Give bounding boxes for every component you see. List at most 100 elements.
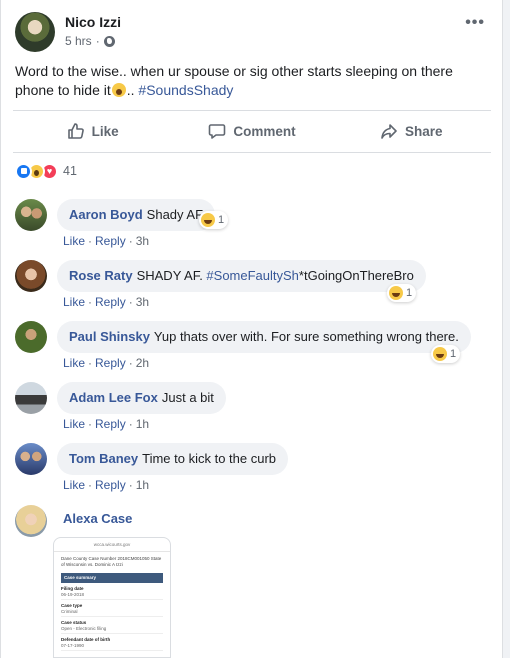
comment-bubble: Paul Shinsky Yup thats over with. For sur… bbox=[57, 321, 471, 353]
comment-actions: Like · Reply · 1h bbox=[63, 478, 149, 492]
comment-like-link[interactable]: Like bbox=[63, 234, 85, 248]
commenter-name[interactable]: Rose Raty bbox=[69, 268, 133, 283]
share-button[interactable]: Share bbox=[332, 114, 491, 148]
comment-actions: Like · Reply · 3h bbox=[63, 295, 149, 309]
scared-emoji-icon bbox=[111, 83, 126, 97]
haha-icon bbox=[389, 286, 403, 300]
commenter-avatar[interactable] bbox=[15, 321, 47, 353]
comment-reaction-count: 1 bbox=[218, 214, 225, 226]
comment-reaction[interactable]: 1 bbox=[387, 284, 417, 302]
comment-reply-link[interactable]: Reply bbox=[95, 356, 126, 370]
divider bbox=[13, 152, 491, 153]
separator: · bbox=[128, 295, 133, 309]
comment-bubble: Tom Baney Time to kick to the curb bbox=[57, 443, 289, 475]
post-text-part-1: Word to the wise.. when ur spouse or sig… bbox=[15, 63, 453, 98]
like-label: Like bbox=[91, 123, 119, 139]
comment-text: Yup thats over with. For sure something … bbox=[153, 329, 459, 344]
divider bbox=[13, 110, 491, 111]
post-text-part-2: .. bbox=[126, 82, 139, 98]
author-name[interactable]: Nico Izzi bbox=[65, 14, 121, 30]
haha-icon bbox=[201, 213, 215, 227]
comment-text: Just a bit bbox=[161, 390, 214, 405]
comment-text: Shady AF bbox=[146, 207, 204, 222]
comment-button[interactable]: Comment bbox=[172, 114, 331, 148]
comment-time[interactable]: 3h bbox=[136, 234, 149, 248]
commenter-avatar[interactable] bbox=[15, 382, 47, 414]
thumbs-up-icon bbox=[67, 123, 84, 139]
attachment-title: Dane County Case Number 2018CM001050 Sta… bbox=[61, 556, 162, 567]
separator: · bbox=[88, 478, 93, 492]
like-button[interactable]: Like bbox=[13, 114, 172, 148]
comment-like-link[interactable]: Like bbox=[63, 356, 85, 370]
haha-icon bbox=[433, 347, 447, 361]
comment-reaction-count: 1 bbox=[406, 287, 413, 299]
attachment-field-value: Open - Electronic filing bbox=[61, 626, 163, 634]
separator: · bbox=[88, 356, 93, 370]
comment-text-post: *tGoingOnThereBro bbox=[298, 268, 414, 283]
attachment-section: Case summary bbox=[61, 573, 163, 583]
comment-time[interactable]: 1h bbox=[136, 417, 149, 431]
separator: · bbox=[128, 478, 133, 492]
commenter-avatar[interactable] bbox=[15, 199, 47, 231]
comment-text: Time to kick to the curb bbox=[142, 451, 277, 466]
meta-separator: · bbox=[95, 34, 100, 48]
author-avatar[interactable] bbox=[15, 12, 55, 52]
comment-actions: Like · Reply · 1h bbox=[63, 417, 149, 431]
commenter-name[interactable]: Aaron Boyd bbox=[69, 207, 143, 222]
separator: · bbox=[128, 234, 133, 248]
post-text: Word to the wise.. when ur spouse or sig… bbox=[15, 62, 485, 100]
separator: · bbox=[128, 417, 133, 431]
comment-reaction-count: 1 bbox=[450, 348, 457, 360]
separator: · bbox=[88, 234, 93, 248]
globe-icon[interactable] bbox=[103, 35, 115, 47]
commenter-name[interactable]: Alexa Case bbox=[63, 511, 132, 526]
like-icon bbox=[15, 162, 32, 180]
comment-time[interactable]: 3h bbox=[136, 295, 149, 309]
comment-hashtag[interactable]: #SomeFaultySh bbox=[206, 268, 299, 283]
comment-reply-link[interactable]: Reply bbox=[95, 417, 126, 431]
commenter-name[interactable]: Adam Lee Fox bbox=[69, 390, 158, 405]
post-hashtag[interactable]: #SoundsShady bbox=[138, 82, 233, 98]
attachment-field-value: Criminal bbox=[61, 609, 163, 617]
comment-time[interactable]: 1h bbox=[136, 478, 149, 492]
separator: · bbox=[88, 417, 93, 431]
comment-reaction[interactable]: 1 bbox=[199, 211, 229, 229]
post-actions: Like Comment Share bbox=[13, 114, 491, 148]
comment-reply-link[interactable]: Reply bbox=[95, 478, 126, 492]
post-meta: 5 hrs · bbox=[65, 34, 115, 48]
comment-reply-link[interactable]: Reply bbox=[95, 295, 126, 309]
comment-reaction[interactable]: 1 bbox=[431, 345, 461, 363]
separator: · bbox=[128, 356, 133, 370]
attachment-content: Dane County Case Number 2018CM001050 Sta… bbox=[54, 552, 170, 655]
post-card: Nico Izzi 5 hrs · ••• Word to the wise..… bbox=[0, 0, 503, 658]
post-header: Nico Izzi 5 hrs · ••• bbox=[15, 12, 485, 52]
comment-time[interactable]: 2h bbox=[136, 356, 149, 370]
share-arrow-icon bbox=[381, 124, 397, 139]
attachment-field-value: 06-19-2018 bbox=[61, 592, 163, 600]
share-label: Share bbox=[405, 123, 443, 139]
comment-text-pre: SHADY AF. bbox=[136, 268, 207, 283]
attachment-url-bar: wcca.wicourts.gov bbox=[54, 538, 170, 552]
comment-bubble: Adam Lee Fox Just a bit bbox=[57, 382, 226, 414]
comment-reply-link[interactable]: Reply bbox=[95, 234, 126, 248]
post-time[interactable]: 5 hrs bbox=[65, 34, 92, 48]
comment-bubble: Aaron Boyd Shady AF bbox=[57, 199, 216, 231]
more-options-icon[interactable]: ••• bbox=[465, 14, 485, 32]
comment-like-link[interactable]: Like bbox=[63, 417, 85, 431]
commenter-avatar[interactable] bbox=[15, 505, 47, 537]
comment-like-link[interactable]: Like bbox=[63, 478, 85, 492]
scrollbar-track[interactable] bbox=[503, 0, 510, 658]
attachment-url: wcca.wicourts.gov bbox=[93, 541, 131, 547]
separator: · bbox=[88, 295, 93, 309]
commenter-avatar[interactable] bbox=[15, 443, 47, 475]
comment-bubble-icon bbox=[209, 124, 226, 139]
reaction-summary[interactable]: 41 bbox=[15, 162, 77, 180]
comment-like-link[interactable]: Like bbox=[63, 295, 85, 309]
comment-bubble: Rose Raty SHADY AF. #SomeFaultySh*tGoingO… bbox=[57, 260, 426, 292]
commenter-name[interactable]: Tom Baney bbox=[69, 451, 138, 466]
comment-actions: Like · Reply · 2h bbox=[63, 356, 149, 370]
comment-image-attachment[interactable]: wcca.wicourts.gov Dane County Case Numbe… bbox=[53, 537, 171, 658]
attachment-field-value: 07-17-1990 bbox=[61, 643, 163, 651]
commenter-name[interactable]: Paul Shinsky bbox=[69, 329, 150, 344]
commenter-avatar[interactable] bbox=[15, 260, 47, 292]
